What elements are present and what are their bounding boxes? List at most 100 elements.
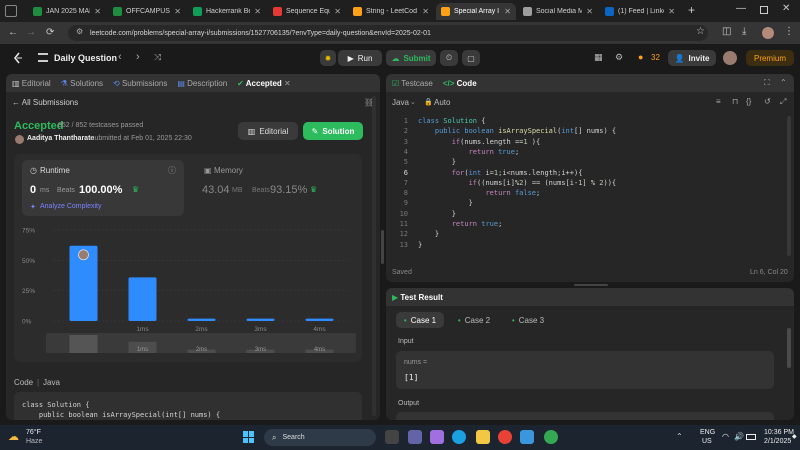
notification-bell-icon[interactable]: ◆ bbox=[792, 433, 797, 440]
taskbar-media-icon[interactable] bbox=[385, 430, 399, 444]
browser-tab[interactable]: Social Media M ✕ bbox=[518, 3, 598, 20]
leetcode-logo[interactable] bbox=[12, 52, 24, 64]
browser-tab[interactable]: OFFCAMPUS CO ✕ bbox=[108, 3, 186, 20]
tab-submissions[interactable]: ⟲ Submissions bbox=[113, 79, 167, 88]
code-line[interactable]: } bbox=[418, 157, 456, 167]
tab-testcase[interactable]: ☑ Testcase bbox=[392, 79, 433, 88]
close-tab-icon[interactable]: ✕ bbox=[668, 7, 675, 16]
extensions-icon[interactable]: ◫ bbox=[722, 26, 731, 38]
tab-list-icon[interactable] bbox=[5, 5, 17, 17]
close-window-button[interactable]: ✕ bbox=[782, 3, 790, 14]
premium-button[interactable]: Premium bbox=[746, 50, 794, 66]
tab-accepted[interactable]: ✔ Accepted ✕ bbox=[237, 79, 291, 88]
result-scrollbar[interactable] bbox=[787, 328, 791, 368]
tab-editorial[interactable]: ▥ Editorial bbox=[12, 79, 51, 88]
language-selector[interactable]: Java bbox=[392, 98, 409, 107]
clock-time[interactable]: 10:36 PM bbox=[764, 429, 794, 436]
new-tab-button[interactable]: + bbox=[688, 3, 695, 17]
analyze-complexity-link[interactable]: Analyze Complexity bbox=[40, 203, 101, 210]
weather-icon[interactable]: ☁ bbox=[8, 430, 19, 443]
submit-button[interactable]: ☁ Submit bbox=[386, 50, 436, 66]
taskbar-edge-icon[interactable] bbox=[452, 430, 466, 444]
chevron-down-icon[interactable]: ⌄ bbox=[410, 98, 416, 106]
back-arrow-icon[interactable]: ← bbox=[8, 27, 18, 39]
close-tab-icon[interactable]: ✕ bbox=[586, 7, 593, 16]
code-line[interactable]: public boolean isArraySpecial(int[] nums… bbox=[418, 126, 616, 136]
bookmark-star-icon[interactable]: ☆ bbox=[696, 26, 705, 38]
maximize-button[interactable] bbox=[760, 6, 768, 14]
profile-avatar[interactable] bbox=[762, 27, 774, 39]
close-tab-icon[interactable]: ✕ bbox=[284, 79, 291, 88]
close-tab-icon[interactable]: ✕ bbox=[94, 7, 101, 16]
tab-test-result[interactable]: ▶ Test Result bbox=[392, 293, 443, 302]
code-line[interactable]: for(int i=1;i<nums.length;i++){ bbox=[418, 168, 583, 178]
code-line[interactable]: if((nums[i]%2) == (nums[i-1] % 2)){ bbox=[418, 178, 617, 188]
run-button[interactable]: ▶ Run bbox=[338, 50, 382, 66]
code-line[interactable]: } bbox=[418, 198, 473, 208]
close-tab-icon[interactable]: ✕ bbox=[254, 7, 261, 16]
chart-bar[interactable] bbox=[305, 318, 334, 321]
browser-tab[interactable]: Special Array I ✕ bbox=[436, 3, 516, 20]
problem-list-icon[interactable] bbox=[38, 53, 48, 62]
taskbar-chrome-active-icon[interactable] bbox=[544, 430, 558, 444]
reset-icon[interactable]: ↺ bbox=[764, 97, 771, 106]
code-area[interactable]: 1 class Solution {2 public boolean isArra… bbox=[386, 114, 786, 254]
browser-menu-icon[interactable]: ⋮ bbox=[784, 26, 794, 38]
browser-tab[interactable]: Hackerrank Begi ✕ bbox=[188, 3, 266, 20]
chart-bar[interactable] bbox=[187, 318, 216, 321]
minimize-button[interactable]: — bbox=[736, 3, 746, 14]
runtime-distribution-chart[interactable]: 75% 50% 25% 0% 1ms 2ms 3ms 4ms 1ms 2ms 3ms 4ms bbox=[14, 218, 362, 362]
code-line[interactable]: return true; bbox=[418, 147, 520, 157]
streak-fire-icon[interactable]: ● bbox=[638, 52, 643, 62]
auto-mode-label[interactable]: Auto bbox=[434, 98, 450, 107]
case-tab[interactable]: • Case 1 bbox=[396, 312, 444, 328]
prev-problem-icon[interactable]: ‹ bbox=[118, 51, 122, 63]
notes-button[interactable]: ▢ bbox=[462, 50, 480, 66]
downloads-icon[interactable]: ⤓ bbox=[742, 26, 746, 38]
collapse-editor-icon[interactable]: ⌃ bbox=[780, 78, 787, 87]
user-avatar[interactable] bbox=[723, 51, 737, 65]
panel-resize-handle[interactable] bbox=[381, 230, 384, 264]
tab-description[interactable]: ▤ Description bbox=[177, 79, 227, 88]
weather-temp[interactable]: 76°F bbox=[26, 429, 41, 436]
code-line[interactable]: if(nums.length ==1 ){ bbox=[418, 137, 541, 147]
browser-tab[interactable]: JAN 2025 MAIN ✕ bbox=[28, 3, 106, 20]
left-panel-scrollbar[interactable] bbox=[372, 96, 376, 416]
solution-button[interactable]: ✎ Solution bbox=[303, 122, 363, 140]
taskbar-store-icon[interactable] bbox=[520, 430, 534, 444]
daily-question-label[interactable]: Daily Question bbox=[54, 53, 117, 63]
battery-icon[interactable] bbox=[746, 434, 756, 440]
format-icon[interactable]: ≡ bbox=[716, 97, 721, 106]
site-info-icon[interactable]: ⚙ bbox=[76, 27, 83, 36]
close-tab-icon[interactable]: ✕ bbox=[504, 7, 511, 16]
all-submissions-link[interactable]: ← All Submissions bbox=[12, 98, 78, 107]
editorial-button[interactable]: ▥ Editorial bbox=[238, 122, 298, 140]
volume-icon[interactable]: 🔊 bbox=[734, 432, 744, 441]
code-line[interactable]: } bbox=[418, 240, 422, 250]
browser-tab[interactable]: String - LeetCod ✕ bbox=[348, 3, 434, 20]
show-hidden-icons[interactable]: ⌃ bbox=[676, 432, 683, 441]
code-line[interactable]: } bbox=[418, 229, 439, 239]
case-tab[interactable]: • Case 3 bbox=[504, 312, 552, 328]
close-tab-icon[interactable]: ✕ bbox=[174, 7, 181, 16]
code-line[interactable]: return false; bbox=[418, 188, 540, 198]
code-line[interactable]: class Solution { bbox=[418, 116, 485, 126]
info-icon[interactable]: ⓘ bbox=[168, 165, 176, 176]
next-problem-icon[interactable]: › bbox=[136, 51, 140, 63]
start-button[interactable] bbox=[243, 431, 255, 443]
taskbar-copilot-icon[interactable] bbox=[430, 430, 444, 444]
maximize-editor-icon[interactable]: ⛶ bbox=[764, 78, 770, 88]
close-tab-icon[interactable]: ✕ bbox=[422, 7, 429, 16]
code-line[interactable]: return true; bbox=[418, 219, 503, 229]
chart-bar[interactable] bbox=[246, 318, 275, 321]
editor-scrollbar[interactable] bbox=[787, 116, 791, 256]
runtime-box[interactable]: ◷ Runtime ⓘ 0 ms Beats 100.00% ♛ ✦ Analy… bbox=[22, 160, 184, 216]
code-line[interactable]: } bbox=[418, 209, 456, 219]
reload-icon[interactable]: ⟳ bbox=[46, 27, 54, 39]
taskbar-chrome-icon[interactable] bbox=[498, 430, 512, 444]
address-bar[interactable]: ⚙ leetcode.com/problems/special-array-i/… bbox=[68, 25, 708, 41]
submitter-name[interactable]: Aaditya Thantharate bbox=[27, 135, 94, 142]
language-code[interactable]: ENG bbox=[700, 429, 715, 436]
browser-tab[interactable]: Sequence Equat✕ bbox=[268, 3, 346, 20]
debug-button[interactable]: ✹ bbox=[320, 50, 336, 66]
